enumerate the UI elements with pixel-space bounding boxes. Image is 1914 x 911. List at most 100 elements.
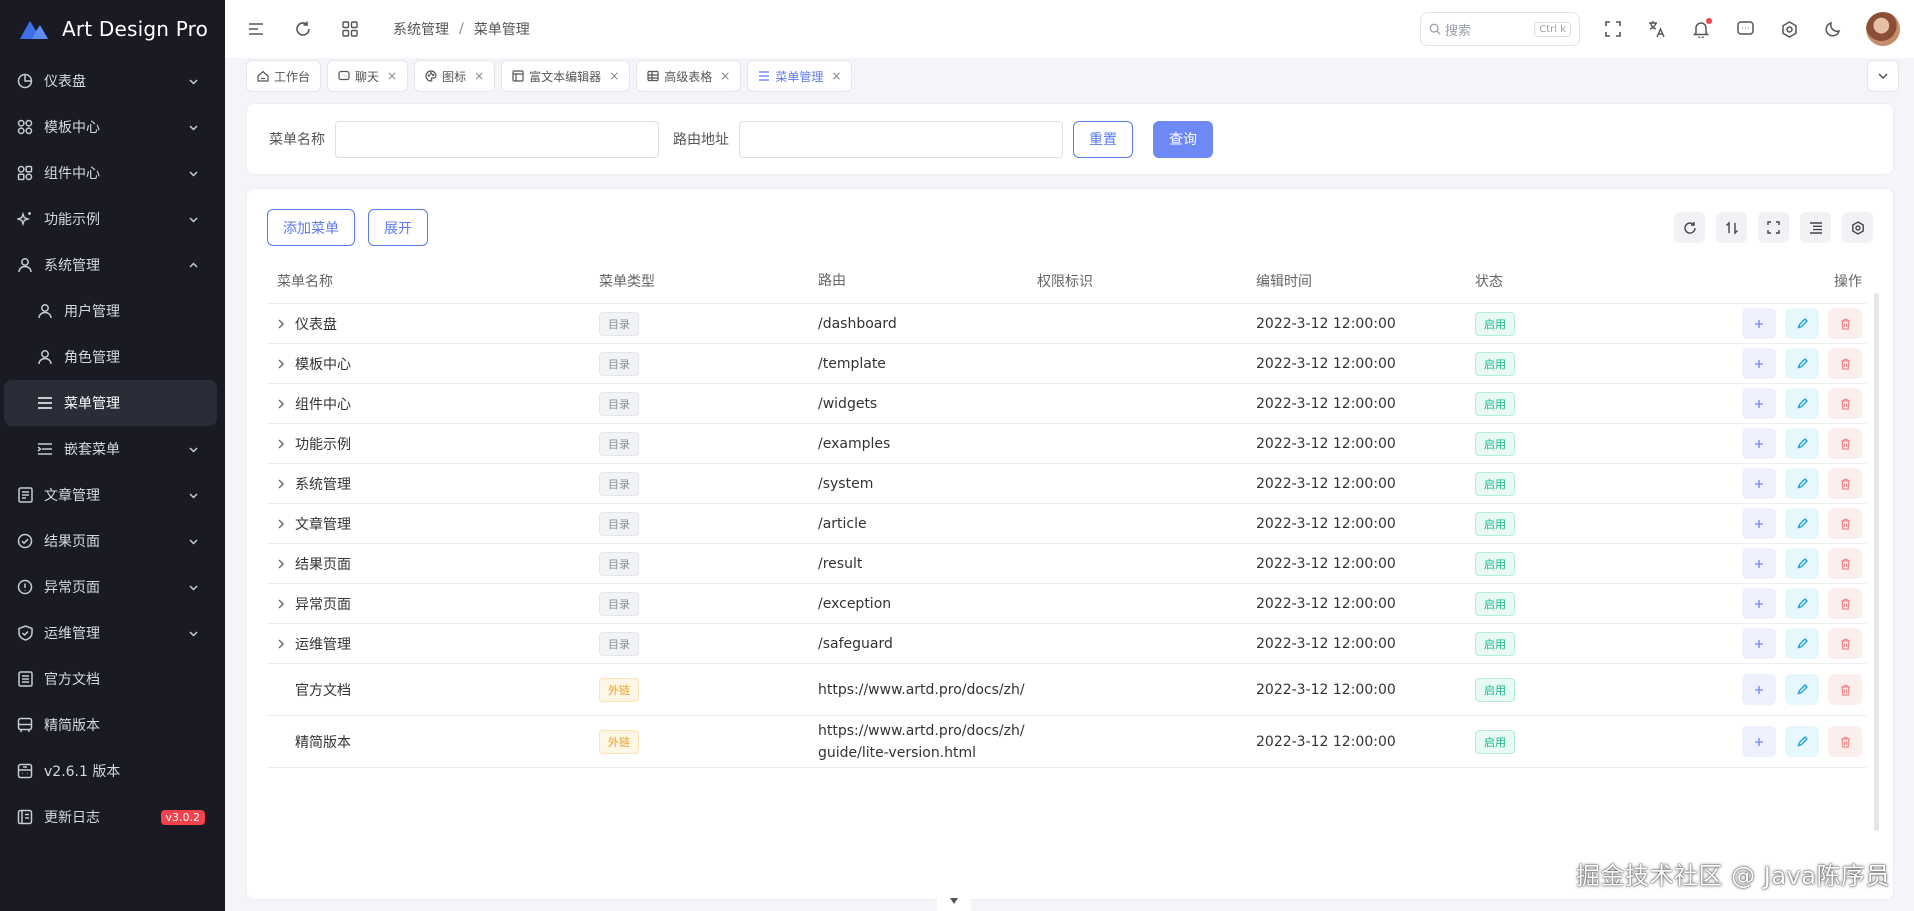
sidebar-item-1[interactable]: 模板中心 — [0, 104, 225, 150]
table-row[interactable]: 精简版本 外链 https://www.artd.pro/docs/zh/guide… — [267, 716, 1866, 768]
sidebar-item-7[interactable]: 菜单管理 — [4, 380, 217, 426]
table-row[interactable]: 组件中心 目录/widgets 2022-3-12 12:00:00 启用 — [267, 384, 1866, 424]
close-icon[interactable]: × — [720, 69, 730, 83]
table-row[interactable]: 功能示例 目录/examples 2022-3-12 12:00:00 启用 — [267, 424, 1866, 464]
edit-button[interactable] — [1785, 674, 1819, 705]
user-avatar[interactable] — [1866, 12, 1900, 46]
table-row[interactable]: 仪表盘 目录/dashboard 2022-3-12 12:00:00 启用 — [267, 304, 1866, 344]
sidebar-item-14[interactable]: 精简版本 — [0, 702, 225, 748]
edit-button[interactable] — [1785, 348, 1819, 379]
table-row[interactable]: 结果页面 目录/result 2022-3-12 12:00:00 启用 — [267, 544, 1866, 584]
apps-grid-icon[interactable] — [339, 18, 361, 40]
reset-button[interactable]: 重置 — [1073, 120, 1133, 158]
sidebar-item-15[interactable]: v2.6.1 版本 — [0, 748, 225, 794]
edit-button[interactable] — [1785, 308, 1819, 339]
table-columns-icon[interactable] — [1800, 212, 1831, 243]
close-icon[interactable]: × — [474, 69, 484, 83]
add-child-button[interactable] — [1742, 508, 1776, 539]
tab-1[interactable]: 聊天 × — [327, 60, 409, 92]
edit-button[interactable] — [1785, 428, 1819, 459]
fullscreen-icon[interactable] — [1602, 18, 1624, 40]
edit-button[interactable] — [1785, 726, 1819, 757]
sidebar-item-0[interactable]: 仪表盘 — [0, 58, 225, 104]
sidebar-item-6[interactable]: 角色管理 — [0, 334, 225, 380]
table-row[interactable]: 运维管理 目录/safeguard 2022-3-12 12:00:00 启用 — [267, 624, 1866, 664]
expand-button[interactable]: 展开 — [368, 209, 428, 246]
refresh-icon[interactable] — [292, 18, 314, 40]
collapse-footer-button[interactable] — [937, 890, 971, 911]
global-search[interactable]: 搜索 Ctrl k — [1420, 12, 1580, 46]
tabs-dropdown-button[interactable] — [1867, 60, 1899, 92]
table-fullscreen-icon[interactable] — [1758, 212, 1789, 243]
delete-button[interactable] — [1828, 588, 1862, 619]
add-child-button[interactable] — [1742, 628, 1776, 659]
edit-button[interactable] — [1785, 508, 1819, 539]
route-input[interactable] — [739, 120, 1063, 158]
expand-row-icon[interactable] — [277, 399, 295, 409]
tab-2[interactable]: 图标 × — [414, 60, 496, 92]
add-menu-button[interactable]: 添加菜单 — [267, 209, 355, 246]
breadcrumb-item[interactable]: 系统管理 — [393, 19, 449, 39]
delete-button[interactable] — [1828, 674, 1862, 705]
table-row[interactable]: 异常页面 目录/exception 2022-3-12 12:00:00 启用 — [267, 584, 1866, 624]
sidebar-item-5[interactable]: 用户管理 — [0, 288, 225, 334]
add-child-button[interactable] — [1742, 428, 1776, 459]
notification-bell-icon[interactable] — [1690, 18, 1712, 40]
table-row[interactable]: 系统管理 目录/system 2022-3-12 12:00:00 启用 — [267, 464, 1866, 504]
tab-0[interactable]: 工作台 — [246, 60, 322, 92]
tab-3[interactable]: 富文本编辑器 × — [501, 60, 631, 92]
sidebar-item-2[interactable]: 组件中心 — [0, 150, 225, 196]
table-row[interactable]: 官方文档 外链 https://www.artd.pro/docs/zh/2022-… — [267, 664, 1866, 716]
delete-button[interactable] — [1828, 508, 1862, 539]
delete-button[interactable] — [1828, 628, 1862, 659]
delete-button[interactable] — [1828, 428, 1862, 459]
table-scrollbar[interactable] — [1874, 293, 1879, 831]
sidebar-item-8[interactable]: 嵌套菜单 — [0, 426, 225, 472]
table-density-icon[interactable] — [1716, 212, 1747, 243]
add-child-button[interactable] — [1742, 548, 1776, 579]
delete-button[interactable] — [1828, 308, 1862, 339]
delete-button[interactable] — [1828, 468, 1862, 499]
add-child-button[interactable] — [1742, 308, 1776, 339]
expand-row-icon[interactable] — [277, 359, 295, 369]
sidebar-item-9[interactable]: 文章管理 — [0, 472, 225, 518]
close-icon[interactable]: × — [831, 69, 841, 83]
add-child-button[interactable] — [1742, 468, 1776, 499]
delete-button[interactable] — [1828, 548, 1862, 579]
chat-icon[interactable] — [1734, 18, 1756, 40]
expand-row-icon[interactable] — [277, 639, 295, 649]
add-child-button[interactable] — [1742, 388, 1776, 419]
query-button[interactable]: 查询 — [1153, 120, 1213, 158]
table-row[interactable]: 文章管理 目录/article 2022-3-12 12:00:00 启用 — [267, 504, 1866, 544]
tab-5[interactable]: 菜单管理 × — [747, 60, 853, 92]
close-icon[interactable]: × — [387, 69, 397, 83]
expand-row-icon[interactable] — [277, 599, 295, 609]
delete-button[interactable] — [1828, 388, 1862, 419]
add-child-button[interactable] — [1742, 674, 1776, 705]
expand-row-icon[interactable] — [277, 479, 295, 489]
edit-button[interactable] — [1785, 588, 1819, 619]
sidebar-item-4[interactable]: 系统管理 — [0, 242, 225, 288]
add-child-button[interactable] — [1742, 348, 1776, 379]
translate-icon[interactable] — [1646, 18, 1668, 40]
delete-button[interactable] — [1828, 348, 1862, 379]
add-child-button[interactable] — [1742, 588, 1776, 619]
tab-4[interactable]: 高级表格 × — [636, 60, 742, 92]
app-logo[interactable]: Art Design Pro — [0, 0, 225, 58]
edit-button[interactable] — [1785, 468, 1819, 499]
sidebar-item-16[interactable]: 更新日志 v3.0.2 — [0, 794, 225, 840]
settings-icon[interactable] — [1778, 18, 1800, 40]
expand-row-icon[interactable] — [277, 439, 295, 449]
expand-row-icon[interactable] — [277, 519, 295, 529]
sidebar-item-11[interactable]: 异常页面 — [0, 564, 225, 610]
expand-row-icon[interactable] — [277, 559, 295, 569]
table-refresh-icon[interactable] — [1674, 212, 1705, 243]
sidebar-item-12[interactable]: 运维管理 — [0, 610, 225, 656]
delete-button[interactable] — [1828, 726, 1862, 757]
sidebar-item-3[interactable]: 功能示例 — [0, 196, 225, 242]
sidebar-item-13[interactable]: 官方文档 — [0, 656, 225, 702]
edit-button[interactable] — [1785, 628, 1819, 659]
dark-mode-icon[interactable] — [1822, 18, 1844, 40]
edit-button[interactable] — [1785, 388, 1819, 419]
menu-name-input[interactable] — [335, 120, 659, 158]
